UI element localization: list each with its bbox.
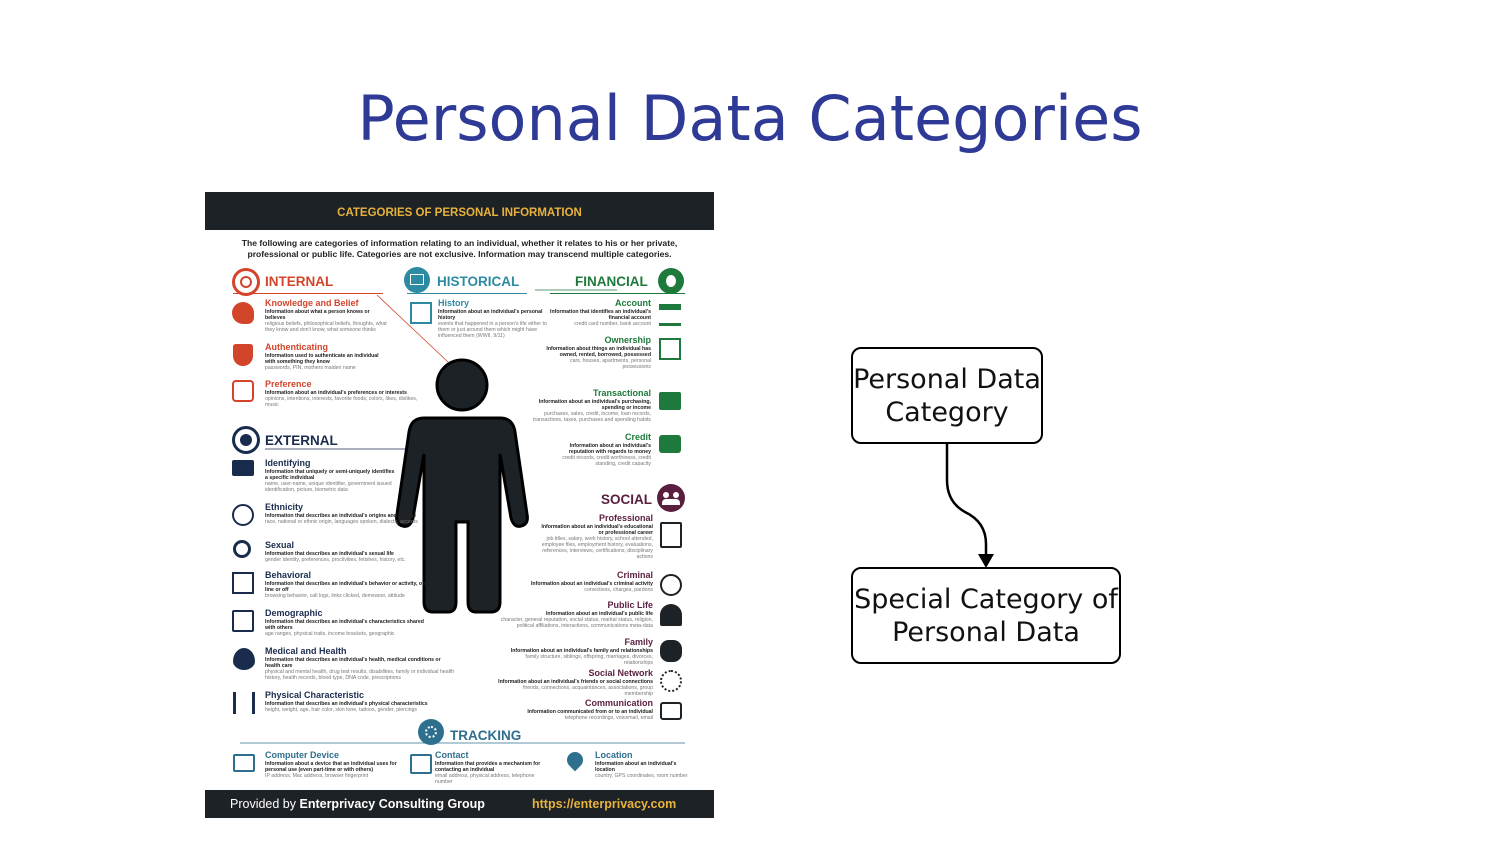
flow-connector-arrow	[945, 444, 994, 568]
money-bag-icon	[658, 268, 684, 294]
category-social-network: Social Network Information about an indi…	[498, 668, 653, 697]
slide-title: Personal Data Categories	[357, 82, 1143, 155]
height-measure-icon	[233, 692, 255, 714]
picture-frame-icon	[410, 302, 432, 324]
shield-icon	[233, 344, 253, 366]
category-family: Family Information about an individual's…	[510, 637, 653, 666]
category-criminal: Criminal Information about an individual…	[530, 570, 653, 593]
category-physical-characteristic: Physical Characteristic Information that…	[265, 690, 428, 713]
section-internal: INTERNAL	[265, 274, 334, 289]
gender-symbol-icon	[233, 540, 251, 558]
internal-target-icon	[232, 268, 260, 296]
category-identifying: Identifying Information that uniquely or…	[265, 458, 395, 493]
footer-provided-by: Provided by Enterprivacy Consulting Grou…	[230, 797, 485, 811]
contact-book-icon	[410, 754, 432, 774]
clipboard-icon	[660, 522, 682, 548]
section-historical: HISTORICAL	[437, 274, 520, 289]
category-ownership: Ownership Information about things an in…	[546, 335, 651, 370]
category-computer-device: Computer Device Information about a devi…	[265, 750, 397, 779]
heartbeat-icon	[233, 648, 255, 670]
category-public-life: Public Life Information about an individ…	[500, 600, 653, 629]
section-external: EXTERNAL	[265, 433, 338, 448]
person-badge-icon	[660, 604, 682, 626]
category-preference: Preference Information about an individu…	[265, 379, 418, 408]
node-special-category: Special Category of Personal Data	[851, 567, 1121, 664]
financial-divider	[550, 293, 685, 294]
infographic-footer: Provided by Enterprivacy Consulting Grou…	[205, 790, 714, 818]
node-personal-data-category: Personal Data Category	[851, 347, 1043, 444]
categories-infographic: CATEGORIES OF PERSONAL INFORMATION The f…	[205, 192, 714, 818]
brain-head-icon	[232, 302, 254, 324]
house-icon	[659, 338, 681, 360]
credit-cards-icon	[659, 392, 681, 410]
bank-icon	[659, 304, 681, 326]
historical-divider	[407, 293, 527, 294]
section-tracking: TRACKING	[450, 728, 522, 743]
family-icon	[660, 640, 682, 662]
category-location: Location Information about an individual…	[595, 750, 688, 779]
external-target-icon	[232, 426, 260, 454]
category-behavioral: Behavioral Information that describes an…	[265, 570, 427, 599]
section-financial: FINANCIAL	[575, 274, 648, 289]
internal-divider	[233, 293, 383, 294]
handcuffs-icon	[660, 574, 682, 596]
activity-grid-icon	[232, 572, 254, 594]
category-sexual: Sexual Information that describes an ind…	[265, 540, 406, 563]
node-personal-data-category-label: Personal Data Category	[853, 363, 1041, 428]
faces-icon	[232, 504, 254, 526]
category-contact: Contact Information that provides a mech…	[435, 750, 541, 785]
category-credit: Credit Information about an individual's…	[562, 432, 651, 467]
thumbs-up-icon	[232, 380, 254, 402]
category-authenticating: Authenticating Information used to authe…	[265, 342, 379, 371]
node-special-category-label: Special Category of Personal Data	[854, 583, 1118, 648]
category-knowledge-belief: Knowledge and Belief Information about w…	[265, 298, 387, 333]
social-group-icon	[657, 484, 685, 512]
category-ethnicity: Ethnicity Information that describes an …	[265, 502, 418, 525]
category-transactional: Transactional Information about an indiv…	[533, 388, 651, 423]
tracking-gears-icon	[418, 719, 444, 745]
category-communication: Communication Information communicated f…	[527, 698, 653, 721]
wallet-icon	[659, 435, 681, 453]
section-social: SOCIAL	[601, 492, 653, 507]
category-account: Account Information that identifies an i…	[550, 298, 651, 327]
id-card-icon	[232, 460, 254, 476]
network-nodes-icon	[660, 670, 682, 692]
category-professional: Professional Information about an indivi…	[541, 513, 653, 560]
category-demographic: Demographic Information that describes a…	[265, 608, 424, 637]
computer-icon	[233, 754, 255, 772]
category-history: History Information about an individual'…	[438, 298, 547, 339]
category-medical-health: Medical and Health Information that desc…	[265, 646, 455, 681]
chat-bubble-icon	[660, 702, 682, 720]
footer-url-link[interactable]: https://enterprivacy.com	[532, 797, 676, 811]
calendar-icon	[404, 267, 430, 293]
report-chart-icon	[232, 610, 254, 632]
